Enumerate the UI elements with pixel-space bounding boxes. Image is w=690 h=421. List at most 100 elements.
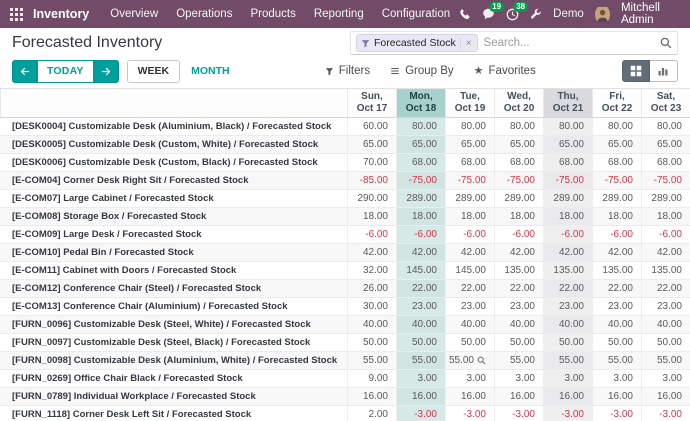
grid-cell[interactable]: 42.00 (592, 244, 641, 261)
grid-cell[interactable]: -6.00 (543, 226, 592, 243)
nav-menu-overview[interactable]: Overview (101, 0, 167, 28)
grid-cell[interactable]: 60.00 (347, 118, 396, 135)
grid-cell[interactable]: 16.00 (641, 388, 690, 405)
row-label[interactable]: [E-COM08] Storage Box / Forecasted Stock (0, 208, 347, 225)
grid-cell[interactable]: 3.00 (543, 370, 592, 387)
week-range-button[interactable]: WEEK (127, 60, 181, 83)
grid-cell[interactable]: -3.00 (445, 406, 494, 421)
grid-cell[interactable]: 23.00 (396, 298, 445, 315)
grid-cell[interactable]: 18.00 (494, 208, 543, 225)
grid-cell[interactable]: 50.00 (641, 334, 690, 351)
grid-cell[interactable]: -6.00 (641, 226, 690, 243)
grid-cell[interactable]: -3.00 (396, 406, 445, 421)
grid-cell[interactable]: -3.00 (641, 406, 690, 421)
grid-cell[interactable]: 289.00 (396, 190, 445, 207)
grid-cell[interactable]: 40.00 (543, 316, 592, 333)
grid-cell[interactable]: 50.00 (396, 334, 445, 351)
row-label[interactable]: [DESK0005] Customizable Desk (Custom, Wh… (0, 136, 347, 153)
apps-menu-icon[interactable] (10, 8, 23, 21)
grid-cell[interactable]: 55.00 (641, 352, 690, 369)
grid-cell[interactable]: 40.00 (592, 316, 641, 333)
column-header[interactable]: Tue,Oct 19 (445, 89, 494, 117)
grid-cell[interactable]: 289.00 (592, 190, 641, 207)
grid-cell[interactable]: 40.00 (641, 316, 690, 333)
filters-dropdown[interactable]: Filters (325, 65, 370, 77)
grid-cell[interactable]: 50.00 (347, 334, 396, 351)
grid-cell[interactable]: 55.00 (445, 352, 494, 369)
grid-cell[interactable]: 42.00 (641, 244, 690, 261)
grid-cell[interactable]: 22.00 (396, 280, 445, 297)
grid-cell[interactable]: 80.00 (641, 118, 690, 135)
grid-cell[interactable]: -75.00 (494, 172, 543, 189)
grid-cell[interactable]: -85.00 (347, 172, 396, 189)
grid-cell[interactable]: 42.00 (445, 244, 494, 261)
grid-cell[interactable]: 23.00 (641, 298, 690, 315)
grid-cell[interactable]: 22.00 (494, 280, 543, 297)
grid-cell[interactable]: 18.00 (592, 208, 641, 225)
row-label[interactable]: [FURN_0789] Individual Workplace / Forec… (0, 388, 347, 405)
grid-cell[interactable]: 55.00 (494, 352, 543, 369)
grid-cell[interactable]: 3.00 (592, 370, 641, 387)
grid-cell[interactable]: -75.00 (641, 172, 690, 189)
grid-cell[interactable]: 290.00 (347, 190, 396, 207)
grid-cell[interactable]: 145.00 (445, 262, 494, 279)
row-label[interactable]: [E-COM04] Corner Desk Right Sit / Foreca… (0, 172, 347, 189)
grid-cell[interactable]: 68.00 (396, 154, 445, 171)
grid-cell[interactable]: 18.00 (641, 208, 690, 225)
grid-cell[interactable]: 135.00 (494, 262, 543, 279)
grid-cell[interactable]: -6.00 (494, 226, 543, 243)
activities-clock-icon[interactable]: 38 (506, 8, 519, 21)
grid-cell[interactable]: 135.00 (592, 262, 641, 279)
grid-cell[interactable]: 18.00 (396, 208, 445, 225)
grid-cell[interactable]: 145.00 (396, 262, 445, 279)
column-header[interactable]: Mon,Oct 18 (396, 89, 445, 117)
grid-cell[interactable]: 3.00 (445, 370, 494, 387)
grid-cell[interactable]: 65.00 (445, 136, 494, 153)
row-label[interactable]: [E-COM12] Conference Chair (Steel) / For… (0, 280, 347, 297)
cell-magnifier-icon[interactable] (477, 356, 486, 365)
grid-cell[interactable]: 16.00 (543, 388, 592, 405)
month-range-button[interactable]: MONTH (182, 60, 239, 83)
grid-view-button[interactable] (622, 60, 650, 82)
grid-cell[interactable]: 42.00 (347, 244, 396, 261)
grid-cell[interactable]: 55.00 (347, 352, 396, 369)
grid-cell[interactable]: 16.00 (592, 388, 641, 405)
grid-cell[interactable]: 40.00 (347, 316, 396, 333)
grid-cell[interactable]: -75.00 (396, 172, 445, 189)
app-name[interactable]: Inventory (33, 7, 89, 21)
today-button[interactable]: TODAY (37, 60, 94, 83)
grid-cell[interactable]: 289.00 (445, 190, 494, 207)
grid-cell[interactable]: 42.00 (494, 244, 543, 261)
graph-view-button[interactable] (650, 60, 678, 82)
grid-cell[interactable]: 16.00 (396, 388, 445, 405)
grid-cell[interactable]: 289.00 (543, 190, 592, 207)
grid-cell[interactable]: 3.00 (641, 370, 690, 387)
grid-cell[interactable]: 68.00 (494, 154, 543, 171)
nav-menu-products[interactable]: Products (241, 0, 304, 28)
grid-cell[interactable]: 50.00 (543, 334, 592, 351)
grid-cell[interactable]: 23.00 (494, 298, 543, 315)
row-label[interactable]: [FURN_0096] Customizable Desk (Steel, Wh… (0, 316, 347, 333)
column-header[interactable]: Fri,Oct 22 (592, 89, 641, 117)
nav-menu-operations[interactable]: Operations (167, 0, 241, 28)
grid-cell[interactable]: 55.00 (592, 352, 641, 369)
grid-cell[interactable]: 42.00 (543, 244, 592, 261)
grid-cell[interactable]: 2.00 (347, 406, 396, 421)
grid-cell[interactable]: -75.00 (445, 172, 494, 189)
grid-cell[interactable]: 22.00 (641, 280, 690, 297)
grid-cell[interactable]: 65.00 (592, 136, 641, 153)
grid-cell[interactable]: 55.00 (543, 352, 592, 369)
search-facet[interactable]: Forecasted Stock × (356, 34, 478, 52)
grid-cell[interactable]: 40.00 (396, 316, 445, 333)
column-header[interactable]: Thu,Oct 21 (543, 89, 592, 117)
favorites-dropdown[interactable]: ★ Favorites (474, 65, 536, 77)
search-icon[interactable] (660, 37, 672, 49)
grid-cell[interactable]: 32.00 (347, 262, 396, 279)
column-header[interactable]: Sun,Oct 17 (347, 89, 396, 117)
grid-cell[interactable]: 80.00 (494, 118, 543, 135)
grid-cell[interactable]: 65.00 (641, 136, 690, 153)
grid-cell[interactable]: -75.00 (592, 172, 641, 189)
nav-menu-reporting[interactable]: Reporting (305, 0, 373, 28)
grid-cell[interactable]: 80.00 (396, 118, 445, 135)
grid-cell[interactable]: 16.00 (494, 388, 543, 405)
